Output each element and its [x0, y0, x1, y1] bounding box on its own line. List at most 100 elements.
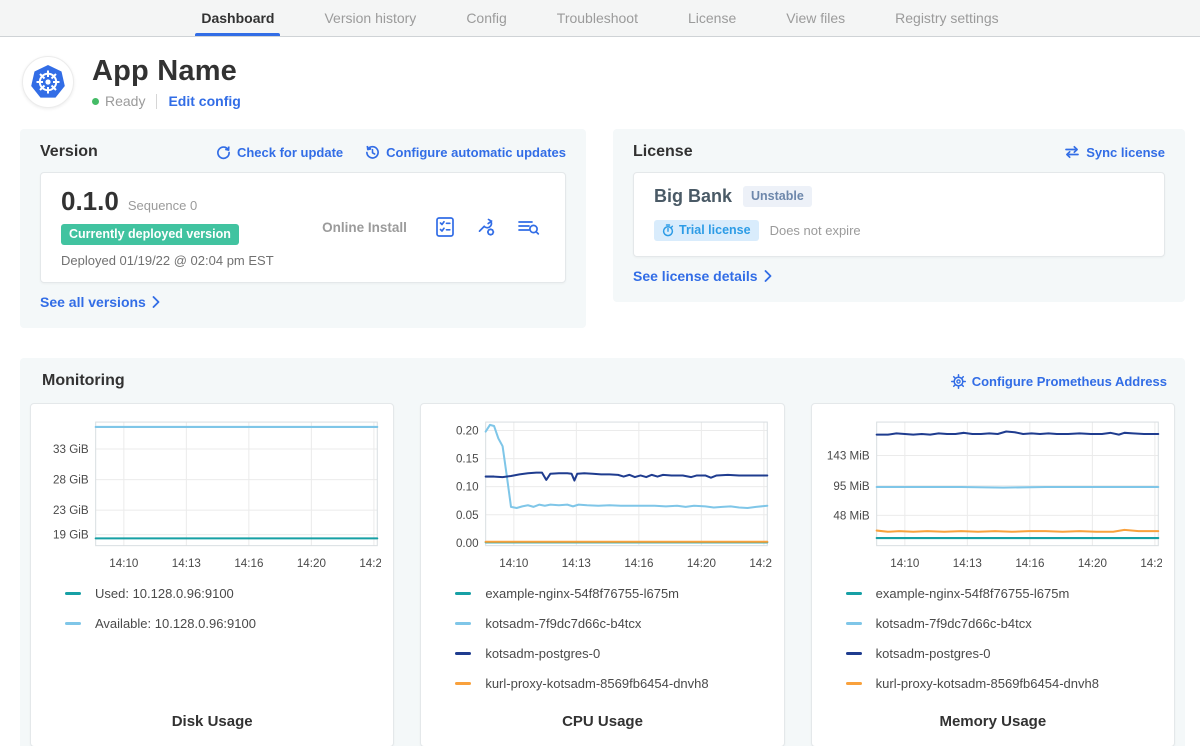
app-header: App Name Ready Edit config	[0, 37, 1200, 109]
svg-text:0.05: 0.05	[456, 509, 479, 522]
svg-text:14:16: 14:16	[625, 557, 654, 570]
top-nav: Dashboard Version history Config Troublesho…	[0, 0, 1200, 37]
customer-name: Big Bank	[654, 186, 732, 207]
tab-config[interactable]: Config	[464, 0, 508, 36]
cpu-usage-chart-plot: 14:1014:1314:1614:2014:230.200.150.100.0…	[433, 416, 771, 576]
svg-text:14:23: 14:23	[359, 557, 381, 570]
disk-usage-chart-title: Disk Usage	[43, 707, 381, 730]
configure-automatic-updates-button[interactable]: Configure automatic updates	[365, 145, 566, 160]
cpu-usage-chart-card: 14:1014:1314:1614:2014:230.200.150.100.0…	[420, 403, 784, 746]
currently-deployed-badge: Currently deployed version	[61, 224, 239, 245]
tab-label: Troubleshoot	[557, 10, 638, 26]
ready-status-dot	[92, 98, 99, 105]
legend-item: example-nginx-54f8f76755-l675m	[455, 586, 771, 601]
svg-text:14:10: 14:10	[890, 557, 920, 570]
legend-item: kurl-proxy-kotsadm-8569fb6454-dnvh8	[846, 676, 1162, 691]
tab-dashboard[interactable]: Dashboard	[199, 0, 276, 36]
cpu-usage-legend: example-nginx-54f8f76755-l675m kotsadm-7f…	[433, 586, 771, 706]
svg-text:0.00: 0.00	[456, 537, 479, 550]
svg-text:14:23: 14:23	[1140, 557, 1162, 570]
tab-license[interactable]: License	[686, 0, 738, 36]
stopwatch-icon	[662, 224, 674, 237]
legend-label: kotsadm-postgres-0	[485, 646, 600, 661]
monitoring-section-title: Monitoring	[42, 372, 125, 390]
svg-text:0.20: 0.20	[456, 425, 479, 438]
license-section-title: License	[633, 143, 693, 161]
configure-prometheus-button[interactable]: Configure Prometheus Address	[951, 374, 1167, 389]
svg-text:14:20: 14:20	[297, 557, 327, 570]
kubernetes-icon	[29, 63, 67, 101]
legend-item: kurl-proxy-kotsadm-8569fb6454-dnvh8	[455, 676, 771, 691]
legend-item: kotsadm-7f9dc7d66c-b4tcx	[455, 616, 771, 631]
legend-color-dash	[455, 682, 471, 685]
tab-version-history[interactable]: Version history	[322, 0, 418, 36]
legend-color-dash	[455, 622, 471, 625]
legend-label: Available: 10.128.0.96:9100	[95, 616, 256, 631]
legend-label: kurl-proxy-kotsadm-8569fb6454-dnvh8	[485, 676, 708, 691]
scheduled-update-icon	[365, 145, 380, 160]
legend-item: kotsadm-7f9dc7d66c-b4tcx	[846, 616, 1162, 631]
edit-config-link[interactable]: Edit config	[168, 93, 240, 109]
memory-usage-legend: example-nginx-54f8f76755-l675m kotsadm-7f…	[824, 586, 1162, 706]
tab-view-files[interactable]: View files	[784, 0, 847, 36]
svg-text:14:23: 14:23	[750, 557, 772, 570]
svg-text:14:13: 14:13	[172, 557, 201, 570]
memory-usage-chart-title: Memory Usage	[824, 707, 1162, 730]
channel-badge: Unstable	[743, 186, 812, 207]
legend-label: kotsadm-postgres-0	[876, 646, 991, 661]
svg-text:14:10: 14:10	[109, 557, 139, 570]
svg-text:14:20: 14:20	[687, 557, 717, 570]
expiration-label: Does not expire	[770, 223, 861, 238]
legend-label: kotsadm-7f9dc7d66c-b4tcx	[485, 616, 641, 631]
memory-usage-chart-card: 14:1014:1314:1614:2014:23143 MiB95 MiB48…	[811, 403, 1175, 746]
legend-color-dash	[846, 622, 862, 625]
svg-text:23 GiB: 23 GiB	[53, 504, 89, 517]
svg-text:14:13: 14:13	[562, 557, 591, 570]
legend-label: kurl-proxy-kotsadm-8569fb6454-dnvh8	[876, 676, 1099, 691]
svg-text:14:16: 14:16	[1015, 557, 1044, 570]
view-logs-icon[interactable]	[515, 215, 541, 239]
preflight-checks-icon[interactable]	[433, 215, 457, 239]
svg-text:14:13: 14:13	[952, 557, 981, 570]
svg-text:33 GiB: 33 GiB	[53, 443, 89, 456]
chevron-right-icon	[152, 296, 160, 308]
legend-color-dash	[455, 592, 471, 595]
refresh-icon	[216, 145, 231, 160]
cpu-usage-chart-title: CPU Usage	[433, 707, 771, 730]
tab-label: Dashboard	[201, 10, 274, 26]
legend-label: example-nginx-54f8f76755-l675m	[485, 586, 679, 601]
svg-text:19 GiB: 19 GiB	[53, 529, 89, 542]
divider	[156, 94, 157, 109]
legend-color-dash	[846, 592, 862, 595]
tab-label: Registry settings	[895, 10, 998, 26]
legend-color-dash	[65, 592, 81, 595]
trial-license-badge: Trial license	[654, 220, 759, 241]
check-for-update-button[interactable]: Check for update	[216, 145, 343, 160]
legend-item: Used: 10.128.0.96:9100	[65, 586, 381, 601]
see-license-details-link[interactable]: See license details	[633, 268, 772, 284]
legend-color-dash	[65, 622, 81, 625]
legend-color-dash	[846, 652, 862, 655]
version-section: Version Check for update Configure au	[20, 129, 586, 328]
app-status-label: Ready	[105, 93, 145, 109]
version-section-title: Version	[40, 143, 98, 161]
see-all-versions-link[interactable]: See all versions	[40, 294, 160, 310]
sync-license-button[interactable]: Sync license	[1064, 145, 1165, 160]
config-wrench-icon[interactable]	[474, 215, 498, 239]
legend-item: example-nginx-54f8f76755-l675m	[846, 586, 1162, 601]
tab-registry-settings[interactable]: Registry settings	[893, 0, 1000, 36]
tab-troubleshoot[interactable]: Troubleshoot	[555, 0, 640, 36]
svg-text:28 GiB: 28 GiB	[53, 474, 89, 487]
gear-icon	[951, 374, 966, 389]
deployed-timestamp: Deployed 01/19/22 @ 02:04 pm EST	[61, 253, 296, 268]
svg-text:14:10: 14:10	[500, 557, 530, 570]
legend-label: kotsadm-7f9dc7d66c-b4tcx	[876, 616, 1032, 631]
svg-text:0.15: 0.15	[456, 453, 479, 466]
monitoring-section: Monitoring Configure Prometheus Address …	[20, 358, 1185, 746]
legend-color-dash	[455, 652, 471, 655]
tab-label: License	[688, 10, 736, 26]
svg-text:48 MiB: 48 MiB	[833, 509, 869, 522]
legend-item: kotsadm-postgres-0	[846, 646, 1162, 661]
legend-color-dash	[846, 682, 862, 685]
version-number: 0.1.0	[61, 186, 119, 217]
